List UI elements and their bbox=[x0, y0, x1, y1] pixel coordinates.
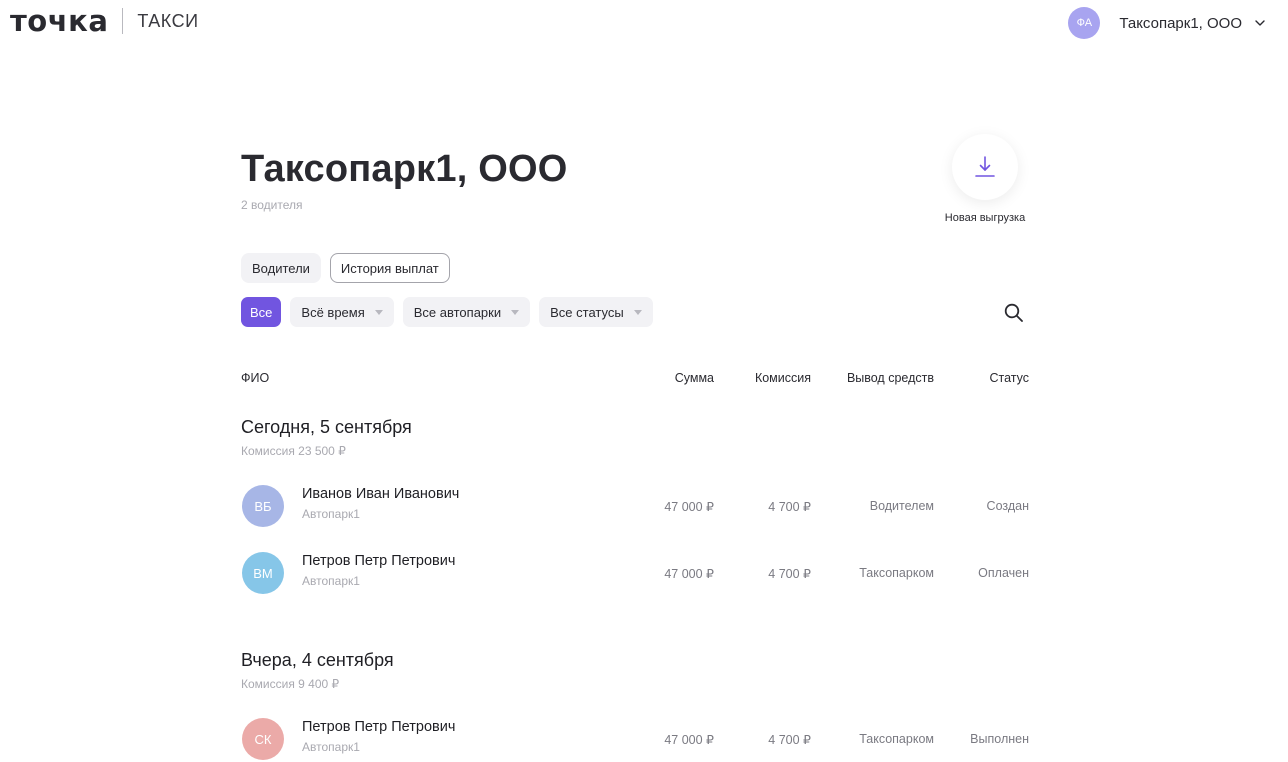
row-commission: 4 700 ₽ bbox=[768, 567, 811, 581]
filter-period-label: Всё время bbox=[301, 304, 365, 320]
table-header: ФИО Сумма Комиссия Вывод средств Статус bbox=[241, 371, 1029, 389]
table-row[interactable]: СК Петров Петр Петрович Автопарк1 47 000… bbox=[241, 718, 1029, 762]
column-sum[interactable]: Сумма bbox=[675, 371, 714, 385]
row-commission: 4 700 ₽ bbox=[768, 733, 811, 747]
driver-park: Автопарк1 bbox=[302, 740, 360, 754]
status-badge: Выполнен bbox=[970, 732, 1029, 746]
group-title: Вчера, 4 сентября bbox=[241, 650, 394, 670]
chevron-down-icon bbox=[1255, 20, 1265, 26]
row-withdrawal: Таксопарком bbox=[859, 566, 934, 580]
caret-down-icon bbox=[633, 309, 642, 315]
top-bar: точка ТАКСИ ФА Таксопарк1, ООО bbox=[0, 0, 1288, 44]
row-sum: 47 000 ₽ bbox=[664, 733, 714, 747]
new-export-button[interactable]: Новая выгрузка bbox=[941, 134, 1029, 224]
driver-name: Иванов Иван Иванович bbox=[302, 486, 460, 502]
export-circle[interactable] bbox=[952, 134, 1018, 200]
row-commission: 4 700 ₽ bbox=[768, 500, 811, 514]
driver-count: 2 водителя bbox=[241, 198, 303, 212]
column-name[interactable]: ФИО bbox=[241, 371, 269, 385]
filter-all[interactable]: Все bbox=[241, 297, 282, 327]
search-icon[interactable] bbox=[1003, 302, 1025, 324]
caret-down-icon bbox=[374, 309, 383, 315]
page-title: Таксопарк1, ООО bbox=[241, 148, 568, 190]
status-badge: Оплачен bbox=[978, 566, 1029, 580]
filter-statuses[interactable]: Все статусы bbox=[539, 297, 653, 327]
row-sum: 47 000 ₽ bbox=[664, 500, 714, 514]
caret-down-icon bbox=[511, 309, 520, 315]
account-name: Таксопарк1, ООО bbox=[1119, 14, 1242, 32]
column-withdrawal[interactable]: Вывод средств bbox=[847, 371, 934, 385]
group-title: Сегодня, 5 сентября bbox=[241, 417, 412, 437]
status-badge: Создан bbox=[986, 499, 1029, 513]
filter-parks-label: Все автопарки bbox=[413, 304, 502, 320]
account-menu-button[interactable]: ФА Таксопарк1, ООО bbox=[1068, 7, 1266, 39]
avatar: ВБ bbox=[242, 485, 284, 527]
driver-name: Петров Петр Петрович bbox=[302, 719, 456, 735]
new-export-label: Новая выгрузка bbox=[944, 212, 1026, 224]
product-name: ТАКСИ bbox=[137, 11, 199, 31]
filter-period[interactable]: Всё время bbox=[290, 297, 394, 327]
table-row[interactable]: ВМ Петров Петр Петрович Автопарк1 47 000… bbox=[241, 552, 1029, 596]
tab-drivers[interactable]: Водители bbox=[241, 253, 321, 283]
driver-name: Петров Петр Петрович bbox=[302, 553, 456, 569]
logo[interactable]: точка ТАКСИ bbox=[10, 4, 199, 38]
tabs: Водители История выплат bbox=[241, 253, 459, 283]
tab-payout-history[interactable]: История выплат bbox=[329, 253, 450, 283]
download-icon bbox=[975, 156, 995, 177]
table-row[interactable]: ВБ Иванов Иван Иванович Автопарк1 47 000… bbox=[241, 485, 1029, 529]
filter-statuses-label: Все статусы bbox=[550, 304, 624, 320]
logo-divider bbox=[122, 8, 124, 34]
logo-wordmark: точка bbox=[10, 4, 109, 38]
column-status[interactable]: Статус bbox=[989, 371, 1029, 385]
driver-park: Автопарк1 bbox=[302, 507, 360, 521]
column-commission[interactable]: Комиссия bbox=[755, 371, 811, 385]
row-withdrawal: Водителем bbox=[869, 499, 934, 513]
group-commission: Комиссия 23 500 ₽ bbox=[241, 444, 346, 458]
filters: Все Всё время Все автопарки Все статусы bbox=[241, 297, 662, 327]
avatar: ВМ bbox=[242, 552, 284, 594]
row-sum: 47 000 ₽ bbox=[664, 567, 714, 581]
account-avatar: ФА bbox=[1068, 7, 1101, 39]
driver-park: Автопарк1 bbox=[302, 574, 360, 588]
group-commission: Комиссия 9 400 ₽ bbox=[241, 677, 340, 691]
row-withdrawal: Таксопарком bbox=[859, 732, 934, 746]
avatar: СК bbox=[242, 718, 284, 760]
filter-parks[interactable]: Все автопарки bbox=[402, 297, 531, 327]
